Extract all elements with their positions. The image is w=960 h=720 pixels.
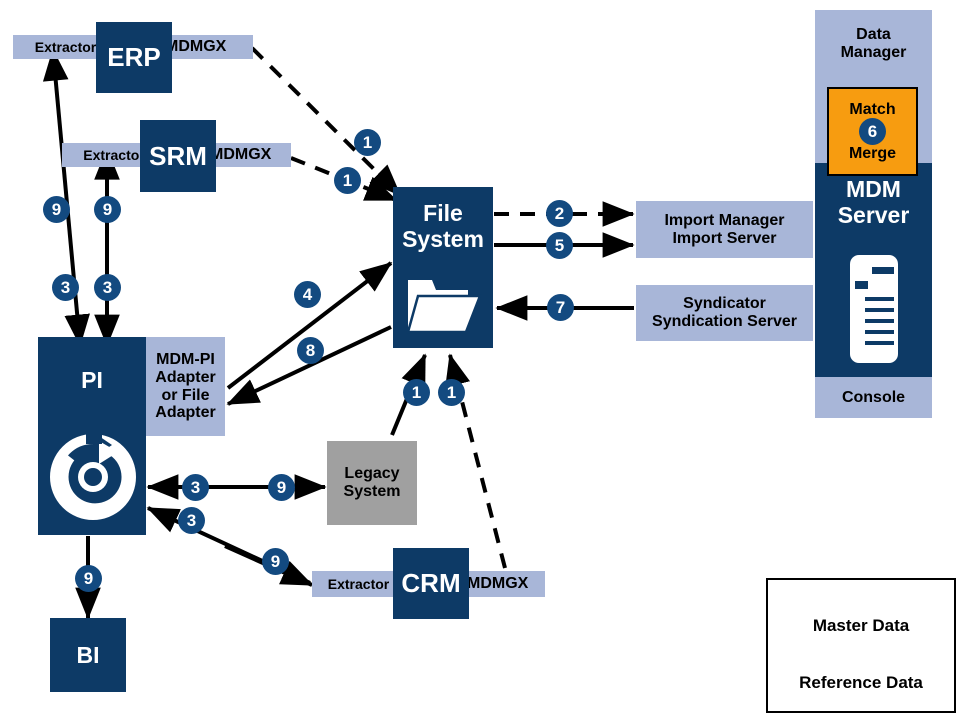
crm-mdmgx-band: MDMGX xyxy=(461,571,545,597)
step-badge-3-crm: 3 xyxy=(178,507,205,534)
node-import-manager[interactable]: Import Manager Import Server xyxy=(636,201,813,258)
step-9-crm-value: 9 xyxy=(270,551,281,571)
node-syndicator[interactable]: Syndicator Syndication Server xyxy=(636,285,813,341)
document-list-icon xyxy=(848,253,900,370)
legacy-line-2: System xyxy=(343,483,401,500)
step-badge-5: 5 xyxy=(546,232,573,259)
legacy-line-1: Legacy xyxy=(344,465,400,483)
match-label: Match xyxy=(849,100,896,118)
legend-reference-data-label: Reference Data xyxy=(799,673,923,692)
step-badge-9-crm: 9 xyxy=(262,548,289,575)
step-3-erp-value: 3 xyxy=(60,277,71,297)
data-manager-label: Data Manager xyxy=(815,16,932,72)
erp-mdmgx-band: MDMGX xyxy=(161,35,253,59)
step-badge-9-bi: 9 xyxy=(75,565,102,592)
step-9-legacy-value: 9 xyxy=(276,477,287,497)
step-badge-4: 4 xyxy=(294,281,321,308)
bi-label: BI xyxy=(76,641,100,668)
import-manager-label-stack: Import Manager Import Server xyxy=(664,212,784,248)
step-3-crm-value: 3 xyxy=(186,510,197,530)
console-text: Console xyxy=(841,388,906,406)
data-manager-label-stack: Data Manager xyxy=(841,26,907,62)
file-system-label-stack: File System xyxy=(402,200,484,253)
step-1-legacy-value: 1 xyxy=(411,382,422,402)
import-manager-line-1: Import Manager xyxy=(664,211,785,229)
syndicator-line-2: Syndication Server xyxy=(652,313,797,330)
step-9-bi-value: 9 xyxy=(83,568,94,588)
step-badge-3-srm: 3 xyxy=(94,274,121,301)
pi-label: PI xyxy=(81,367,103,393)
step-8-value: 8 xyxy=(305,340,316,360)
step-7-value: 7 xyxy=(555,297,566,317)
mdm-server-label: MDM Server xyxy=(815,172,932,234)
step-badge-6: 6 xyxy=(859,118,886,145)
legacy-label-stack: Legacy System xyxy=(344,465,401,501)
import-manager-line-2: Import Server xyxy=(672,229,777,247)
step-badge-1-legacy: 1 xyxy=(403,379,430,406)
step-1-erp-value: 1 xyxy=(362,132,373,152)
step-badge-1-crm: 1 xyxy=(438,379,465,406)
step-9-erp-value: 9 xyxy=(51,199,62,219)
step-3-legacy-value: 3 xyxy=(190,477,201,497)
node-mdm-pi-adapter[interactable]: MDM-PI Adapter or File Adapter xyxy=(146,337,225,436)
console-label: Console xyxy=(815,377,932,418)
step-badge-7: 7 xyxy=(547,294,574,321)
data-manager-line-2: Manager xyxy=(840,44,907,61)
step-9-srm-value: 9 xyxy=(102,199,113,219)
syndicator-line-1: Syndicator xyxy=(683,295,766,313)
diagram-canvas: Extractor MDMGX ERP Extractor MDMGX SRM … xyxy=(0,0,960,720)
step-badge-2: 2 xyxy=(546,200,573,227)
step-5-value: 5 xyxy=(554,235,565,255)
step-1-crm-value: 1 xyxy=(446,382,457,402)
step-badge-1-erp: 1 xyxy=(354,129,381,156)
adapter-label-stack: MDM-PI Adapter or File Adapter xyxy=(155,351,215,423)
merge-label: Merge xyxy=(848,144,897,162)
step-badge-3-erp: 3 xyxy=(52,274,79,301)
folder-icon xyxy=(406,272,482,339)
step-badge-9-erp: 9 xyxy=(43,196,70,223)
step-4-value: 4 xyxy=(302,284,313,304)
mdm-server-label-stack: MDM Server xyxy=(837,176,910,229)
adapter-line-4: Adapter xyxy=(155,404,216,422)
adapter-line-1: MDM-PI xyxy=(156,350,215,368)
srm-extractor-label: Extractor xyxy=(83,147,145,163)
mdm-server-line-1: MDM xyxy=(846,176,901,203)
crm-extractor-band: Extractor xyxy=(312,571,405,597)
node-legacy-system[interactable]: Legacy System xyxy=(327,441,417,525)
syndicator-label-stack: Syndicator Syndication Server xyxy=(652,295,797,331)
crm-extractor-label: Extractor xyxy=(327,576,390,592)
erp-extractor-label: Extractor xyxy=(34,39,97,55)
adapter-line-2: Adapter xyxy=(155,368,216,386)
srm-mdmgx-band: MDMGX xyxy=(206,143,291,167)
node-srm[interactable]: SRM xyxy=(140,120,216,192)
crm-label: CRM xyxy=(401,568,461,598)
wire-erp-mdmgx-to-filesystem xyxy=(250,46,402,197)
legend-master-data-label: Master Data xyxy=(812,616,910,635)
srm-label: SRM xyxy=(149,140,207,171)
step-6-value: 6 xyxy=(867,121,878,141)
step-badge-8: 8 xyxy=(297,337,324,364)
step-3-srm-value: 3 xyxy=(102,277,113,297)
erp-mdmgx-label: MDMGX xyxy=(165,38,227,55)
node-bi[interactable]: BI xyxy=(50,618,126,692)
file-system-line-2: System xyxy=(402,225,484,252)
step-2-value: 2 xyxy=(554,203,565,223)
legend-box: Master Data Reference Data xyxy=(766,578,956,713)
file-system-line-1: File xyxy=(423,200,463,226)
step-badge-1-srm: 1 xyxy=(334,167,361,194)
node-erp[interactable]: ERP xyxy=(96,22,172,93)
crm-mdmgx-label: MDMGX xyxy=(467,575,529,592)
refresh-circle-icon xyxy=(46,428,140,531)
data-manager-line-1: Data xyxy=(856,26,891,44)
adapter-line-3: or File xyxy=(161,386,210,404)
mdm-server-line-2: Server xyxy=(837,202,910,228)
step-badge-3-legacy: 3 xyxy=(182,474,209,501)
step-badge-9-legacy: 9 xyxy=(268,474,295,501)
node-crm[interactable]: CRM xyxy=(393,548,469,619)
erp-label: ERP xyxy=(107,42,161,72)
wire-crm-extractor-to-pi xyxy=(146,506,311,585)
srm-mdmgx-label: MDMGX xyxy=(210,146,272,163)
step-1-srm-value: 1 xyxy=(342,170,353,190)
step-badge-9-srm: 9 xyxy=(94,196,121,223)
